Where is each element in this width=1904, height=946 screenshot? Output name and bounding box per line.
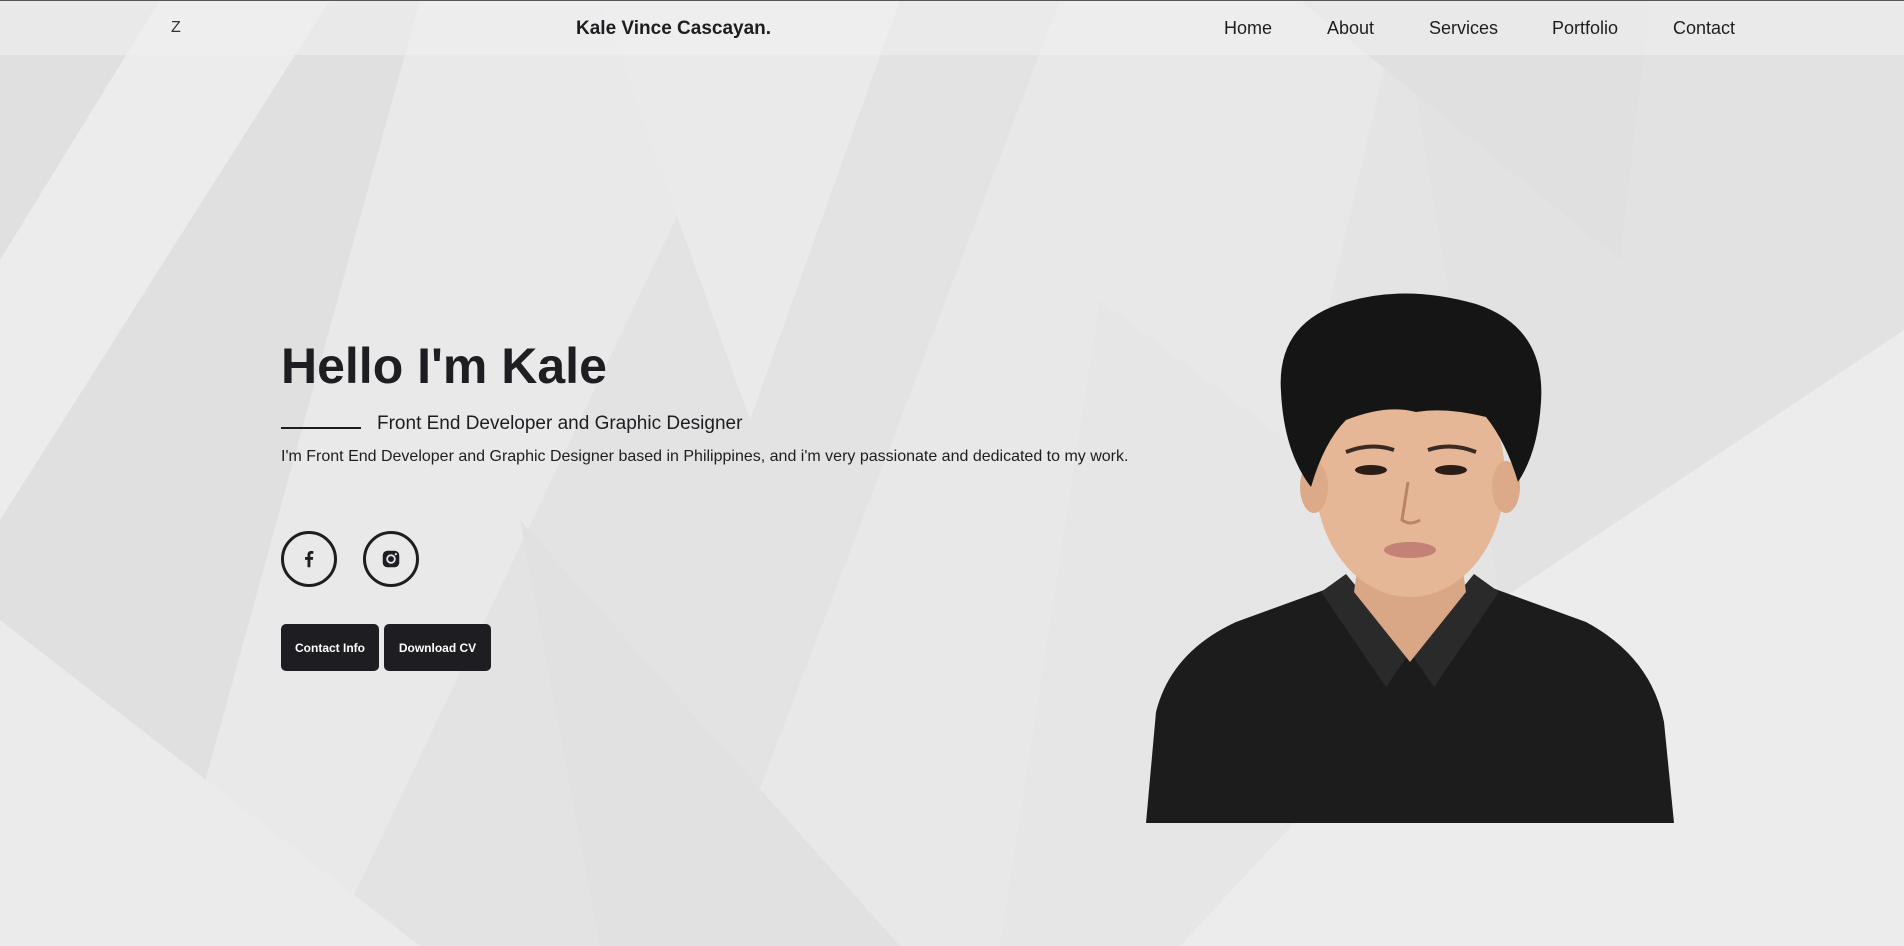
nav-link-home[interactable]: Home xyxy=(1224,18,1272,39)
subtitle-row: Front End Developer and Graphic Designer xyxy=(281,410,881,438)
hero-subtitle: Front End Developer and Graphic Designer xyxy=(377,413,743,434)
navbar: Z Kale Vince Cascayan. Home About Servic… xyxy=(0,1,1904,55)
social-links xyxy=(281,531,481,587)
subtitle-divider xyxy=(281,427,361,429)
hero-description: I'm Front End Developer and Graphic Desi… xyxy=(281,448,1129,465)
instagram-icon xyxy=(382,550,400,568)
contact-info-button[interactable]: Contact Info xyxy=(281,624,379,671)
download-cv-button[interactable]: Download CV xyxy=(384,624,491,671)
hero-heading: Hello I'm Kale xyxy=(281,338,607,394)
hero-buttons: Contact Info Download CV xyxy=(281,624,541,672)
nav-links: Home About Services Portfolio Contact xyxy=(0,18,1904,42)
instagram-link[interactable] xyxy=(363,531,419,587)
top-border xyxy=(0,0,1904,1)
profile-photo xyxy=(1146,293,1674,823)
nav-link-about[interactable]: About xyxy=(1327,18,1374,39)
hero-section: Hello I'm Kale Front End Developer and G… xyxy=(281,336,1128,671)
nav-link-contact[interactable]: Contact xyxy=(1673,18,1735,39)
facebook-icon xyxy=(305,551,314,568)
facebook-link[interactable] xyxy=(281,531,337,587)
nav-link-services[interactable]: Services xyxy=(1429,18,1498,39)
nav-link-portfolio[interactable]: Portfolio xyxy=(1552,18,1618,39)
